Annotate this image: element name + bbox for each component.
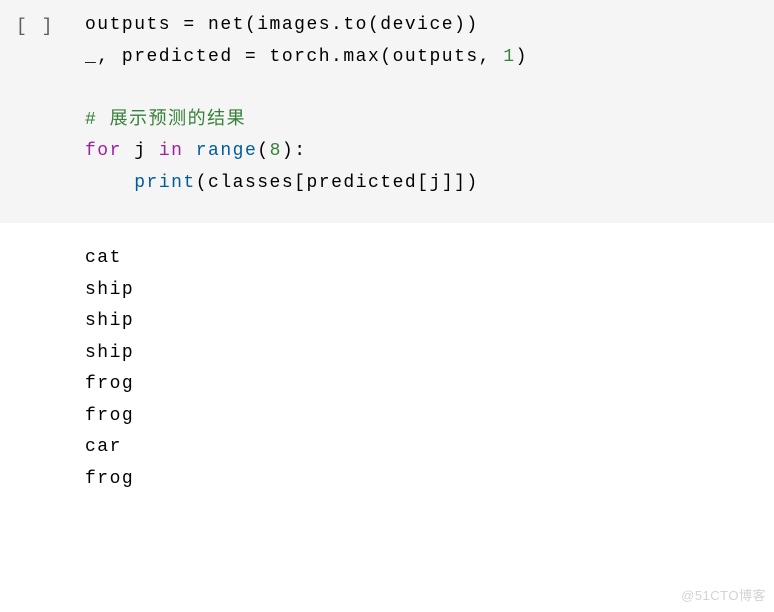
code-token: outputs, xyxy=(393,47,504,67)
code-comment: # 展示预测的结果 xyxy=(85,110,246,130)
code-token: ( xyxy=(196,173,208,193)
code-token: for xyxy=(85,141,122,161)
code-token: : xyxy=(294,141,306,161)
output-cell: cat ship ship ship frog frog car frog xyxy=(0,223,774,495)
code-token: ]]) xyxy=(442,173,479,193)
code-token: range xyxy=(196,141,258,161)
code-token: ( xyxy=(245,15,257,35)
code-token xyxy=(183,141,195,161)
code-token: )) xyxy=(454,15,479,35)
code-token: _, predicted = torch.max xyxy=(85,47,380,67)
code-cell: [ ] outputs = net(images.to(device)) _, … xyxy=(0,0,774,223)
cell-output: cat ship ship ship frog frog car frog xyxy=(85,243,774,495)
code-token: ) xyxy=(282,141,294,161)
code-token: images.to xyxy=(257,15,368,35)
output-gutter xyxy=(0,243,85,495)
code-editor[interactable]: outputs = net(images.to(device)) _, pred… xyxy=(85,10,774,199)
code-token: device xyxy=(380,15,454,35)
code-token: [ xyxy=(294,173,306,193)
code-token: ( xyxy=(368,15,380,35)
code-token: print xyxy=(134,173,196,193)
watermark: @51CTO博客 xyxy=(681,585,766,608)
code-token: ( xyxy=(257,141,269,161)
code-token: j xyxy=(122,141,159,161)
code-token: predicted xyxy=(306,173,417,193)
cell-execution-indicator[interactable]: [ ] xyxy=(0,10,85,199)
code-token: j xyxy=(430,173,442,193)
code-token: ) xyxy=(516,47,528,67)
code-token: 8 xyxy=(270,141,282,161)
code-token: ( xyxy=(380,47,392,67)
code-token: classes xyxy=(208,173,294,193)
code-token: in xyxy=(159,141,184,161)
code-token: 1 xyxy=(503,47,515,67)
code-token: outputs = net xyxy=(85,15,245,35)
code-token: [ xyxy=(417,173,429,193)
